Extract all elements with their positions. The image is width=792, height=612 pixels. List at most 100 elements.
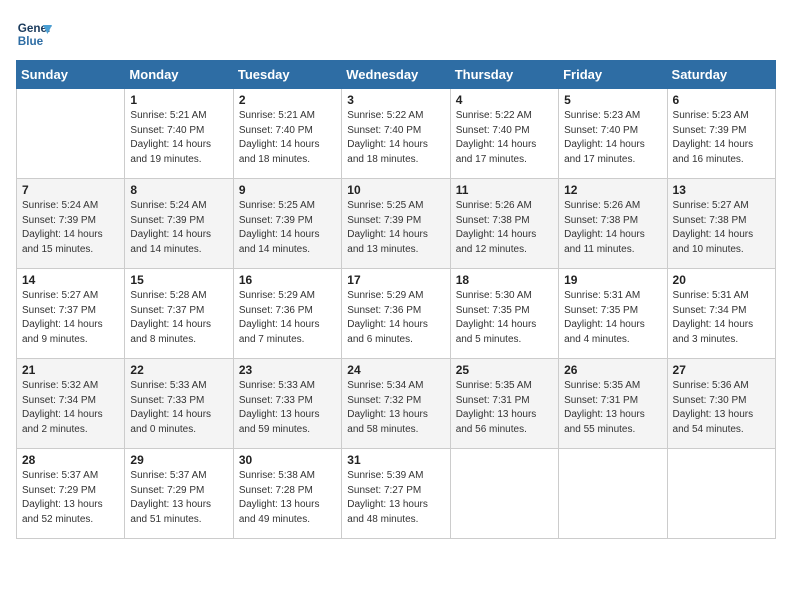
day-info: Sunrise: 5:33 AM Sunset: 7:33 PM Dayligh… xyxy=(239,379,336,437)
day-info: Sunrise: 5:27 AM Sunset: 7:37 PM Dayligh… xyxy=(22,289,119,347)
day-number: 9 xyxy=(239,183,336,197)
calendar-cell: 1Sunrise: 5:21 AM Sunset: 7:40 PM Daylig… xyxy=(125,89,233,179)
day-info: Sunrise: 5:30 AM Sunset: 7:35 PM Dayligh… xyxy=(456,289,553,347)
day-info: Sunrise: 5:35 AM Sunset: 7:31 PM Dayligh… xyxy=(456,379,553,437)
calendar-cell: 15Sunrise: 5:28 AM Sunset: 7:37 PM Dayli… xyxy=(125,269,233,359)
day-number: 6 xyxy=(673,93,770,107)
day-info: Sunrise: 5:25 AM Sunset: 7:39 PM Dayligh… xyxy=(239,199,336,257)
calendar-cell: 23 Sunrise: 5:33 AM Sunset: 7:33 PM Dayli… xyxy=(233,359,341,449)
day-number: 10 xyxy=(347,183,444,197)
calendar-cell: 5Sunrise: 5:23 AM Sunset: 7:40 PM Daylig… xyxy=(559,89,667,179)
day-info: Sunrise: 5:24 AM Sunset: 7:39 PM Dayligh… xyxy=(22,199,119,257)
day-info: Sunrise: 5:37 AM Sunset: 7:29 PM Dayligh… xyxy=(130,469,227,527)
calendar-cell: 22 Sunrise: 5:33 AM Sunset: 7:33 PM Dayli… xyxy=(125,359,233,449)
day-info: Sunrise: 5:31 AM Sunset: 7:35 PM Dayligh… xyxy=(564,289,661,347)
day-number: 26 xyxy=(564,363,661,377)
day-number: 13 xyxy=(673,183,770,197)
calendar-cell xyxy=(450,449,558,539)
day-number: 29 xyxy=(130,453,227,467)
calendar-cell: 13 Sunrise: 5:27 AM Sunset: 7:38 PM Dayli… xyxy=(667,179,775,269)
calendar-week-row: 1Sunrise: 5:21 AM Sunset: 7:40 PM Daylig… xyxy=(17,89,776,179)
day-info: Sunrise: 5:26 AM Sunset: 7:38 PM Dayligh… xyxy=(564,199,661,257)
day-number: 12 xyxy=(564,183,661,197)
calendar-cell: 16 Sunrise: 5:29 AM Sunset: 7:36 PM Dayli… xyxy=(233,269,341,359)
calendar-cell: 31 Sunrise: 5:39 AM Sunset: 7:27 PM Dayli… xyxy=(342,449,450,539)
calendar-cell: 4Sunrise: 5:22 AM Sunset: 7:40 PM Daylig… xyxy=(450,89,558,179)
day-info: Sunrise: 5:31 AM Sunset: 7:34 PM Dayligh… xyxy=(673,289,770,347)
day-info: Sunrise: 5:29 AM Sunset: 7:36 PM Dayligh… xyxy=(239,289,336,347)
day-number: 11 xyxy=(456,183,553,197)
calendar-cell: 2Sunrise: 5:21 AM Sunset: 7:40 PM Daylig… xyxy=(233,89,341,179)
header-day: Friday xyxy=(559,61,667,89)
calendar-cell: 24 Sunrise: 5:34 AM Sunset: 7:32 PM Dayli… xyxy=(342,359,450,449)
calendar-cell: 11 Sunrise: 5:26 AM Sunset: 7:38 PM Dayli… xyxy=(450,179,558,269)
calendar-cell: 8 Sunrise: 5:24 AM Sunset: 7:39 PM Daylig… xyxy=(125,179,233,269)
day-info: Sunrise: 5:24 AM Sunset: 7:39 PM Dayligh… xyxy=(130,199,227,257)
calendar-cell xyxy=(667,449,775,539)
day-number: 18 xyxy=(456,273,553,287)
calendar-cell: 7 Sunrise: 5:24 AM Sunset: 7:39 PM Daylig… xyxy=(17,179,125,269)
day-number: 8 xyxy=(130,183,227,197)
calendar-week-row: 21Sunrise: 5:32 AM Sunset: 7:34 PM Dayli… xyxy=(17,359,776,449)
header-day: Wednesday xyxy=(342,61,450,89)
calendar-cell: 12 Sunrise: 5:26 AM Sunset: 7:38 PM Dayli… xyxy=(559,179,667,269)
day-info: Sunrise: 5:29 AM Sunset: 7:36 PM Dayligh… xyxy=(347,289,444,347)
day-number: 16 xyxy=(239,273,336,287)
day-info: Sunrise: 5:38 AM Sunset: 7:28 PM Dayligh… xyxy=(239,469,336,527)
day-info: Sunrise: 5:33 AM Sunset: 7:33 PM Dayligh… xyxy=(130,379,227,437)
day-number: 27 xyxy=(673,363,770,377)
calendar-header-row: SundayMondayTuesdayWednesdayThursdayFrid… xyxy=(17,61,776,89)
header-day: Monday xyxy=(125,61,233,89)
calendar-cell: 20 Sunrise: 5:31 AM Sunset: 7:34 PM Dayli… xyxy=(667,269,775,359)
day-number: 14 xyxy=(22,273,119,287)
day-number: 21 xyxy=(22,363,119,377)
day-number: 31 xyxy=(347,453,444,467)
header-day: Thursday xyxy=(450,61,558,89)
header-day: Saturday xyxy=(667,61,775,89)
day-number: 1 xyxy=(130,93,227,107)
day-info: Sunrise: 5:36 AM Sunset: 7:30 PM Dayligh… xyxy=(673,379,770,437)
calendar-cell: 21Sunrise: 5:32 AM Sunset: 7:34 PM Dayli… xyxy=(17,359,125,449)
day-number: 23 xyxy=(239,363,336,377)
day-info: Sunrise: 5:35 AM Sunset: 7:31 PM Dayligh… xyxy=(564,379,661,437)
day-info: Sunrise: 5:25 AM Sunset: 7:39 PM Dayligh… xyxy=(347,199,444,257)
calendar-week-row: 7 Sunrise: 5:24 AM Sunset: 7:39 PM Daylig… xyxy=(17,179,776,269)
day-number: 17 xyxy=(347,273,444,287)
calendar-cell: 6Sunrise: 5:23 AM Sunset: 7:39 PM Daylig… xyxy=(667,89,775,179)
day-info: Sunrise: 5:34 AM Sunset: 7:32 PM Dayligh… xyxy=(347,379,444,437)
header: General Blue xyxy=(16,16,776,52)
calendar-cell: 25 Sunrise: 5:35 AM Sunset: 7:31 PM Dayli… xyxy=(450,359,558,449)
day-number: 19 xyxy=(564,273,661,287)
day-number: 25 xyxy=(456,363,553,377)
day-number: 7 xyxy=(22,183,119,197)
calendar-cell: 26 Sunrise: 5:35 AM Sunset: 7:31 PM Dayli… xyxy=(559,359,667,449)
day-number: 30 xyxy=(239,453,336,467)
day-info: Sunrise: 5:39 AM Sunset: 7:27 PM Dayligh… xyxy=(347,469,444,527)
calendar-cell: 19 Sunrise: 5:31 AM Sunset: 7:35 PM Dayli… xyxy=(559,269,667,359)
day-number: 2 xyxy=(239,93,336,107)
day-number: 3 xyxy=(347,93,444,107)
day-info: Sunrise: 5:22 AM Sunset: 7:40 PM Dayligh… xyxy=(347,109,444,167)
day-number: 15 xyxy=(130,273,227,287)
calendar-cell: 30 Sunrise: 5:38 AM Sunset: 7:28 PM Dayli… xyxy=(233,449,341,539)
calendar-cell xyxy=(559,449,667,539)
day-number: 20 xyxy=(673,273,770,287)
header-day: Tuesday xyxy=(233,61,341,89)
day-number: 24 xyxy=(347,363,444,377)
calendar-cell: 27 Sunrise: 5:36 AM Sunset: 7:30 PM Dayli… xyxy=(667,359,775,449)
calendar-cell: 3 Sunrise: 5:22 AM Sunset: 7:40 PM Daylig… xyxy=(342,89,450,179)
calendar-cell: 14 Sunrise: 5:27 AM Sunset: 7:37 PM Dayli… xyxy=(17,269,125,359)
day-number: 22 xyxy=(130,363,227,377)
logo: General Blue xyxy=(16,16,56,52)
day-info: Sunrise: 5:26 AM Sunset: 7:38 PM Dayligh… xyxy=(456,199,553,257)
day-number: 4 xyxy=(456,93,553,107)
logo-icon: General Blue xyxy=(16,16,52,52)
day-info: Sunrise: 5:27 AM Sunset: 7:38 PM Dayligh… xyxy=(673,199,770,257)
calendar-cell xyxy=(17,89,125,179)
calendar-cell: 9 Sunrise: 5:25 AM Sunset: 7:39 PM Daylig… xyxy=(233,179,341,269)
calendar-cell: 18 Sunrise: 5:30 AM Sunset: 7:35 PM Dayli… xyxy=(450,269,558,359)
calendar-week-row: 28Sunrise: 5:37 AM Sunset: 7:29 PM Dayli… xyxy=(17,449,776,539)
calendar-cell: 17 Sunrise: 5:29 AM Sunset: 7:36 PM Dayli… xyxy=(342,269,450,359)
header-day: Sunday xyxy=(17,61,125,89)
calendar-cell: 10 Sunrise: 5:25 AM Sunset: 7:39 PM Dayli… xyxy=(342,179,450,269)
